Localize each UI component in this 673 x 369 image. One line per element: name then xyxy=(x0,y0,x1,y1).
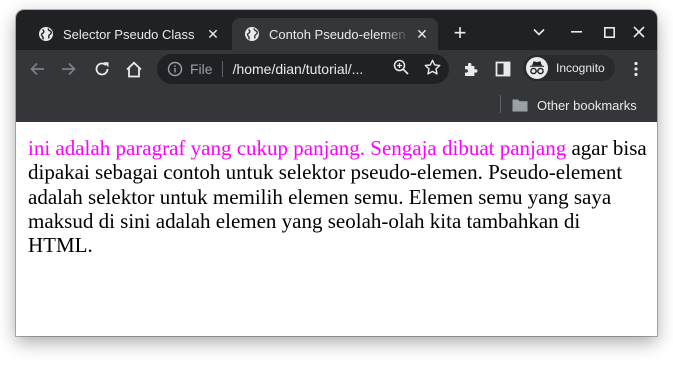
paragraph: ini adalah paragraf yang cukup panjang. … xyxy=(28,136,650,257)
first-line-text: ini adalah paragraf yang cukup panjang. … xyxy=(28,136,567,160)
forward-arrow-icon[interactable] xyxy=(58,58,80,80)
tab-search-chevron-icon[interactable] xyxy=(529,22,549,42)
close-window-icon[interactable] xyxy=(629,22,649,42)
url-text[interactable]: /home/dian/tutorial/... xyxy=(233,61,364,77)
divider xyxy=(221,61,223,77)
maximize-icon[interactable] xyxy=(599,22,619,42)
tab-strip: Selector Pseudo Class ✕ Contoh Pseudo-el… xyxy=(16,10,657,50)
globe-icon xyxy=(245,27,259,41)
toolbar: File /home/dian/tutorial/... Incognito xyxy=(16,50,657,87)
divider xyxy=(500,95,501,113)
tab-title: Selector Pseudo Class xyxy=(63,26,195,42)
extensions-puzzle-icon[interactable] xyxy=(460,58,482,80)
tab-title: Contoh Pseudo-elemen xyxy=(269,26,406,42)
tab-selector-pseudo-class[interactable]: Selector Pseudo Class ✕ xyxy=(24,18,231,50)
page-content: ini adalah paragraf yang cukup panjang. … xyxy=(16,122,657,336)
url-scheme: File xyxy=(190,61,213,77)
folder-icon xyxy=(512,99,528,112)
side-panel-icon[interactable] xyxy=(492,58,514,80)
info-icon[interactable] xyxy=(167,61,183,77)
reload-icon[interactable] xyxy=(91,58,113,80)
incognito-icon xyxy=(526,57,548,79)
tab-contoh-pseudo-elemen[interactable]: Contoh Pseudo-elemen ✕ xyxy=(232,18,438,50)
bookmark-star-icon[interactable] xyxy=(423,58,441,76)
other-bookmarks-label: Other bookmarks xyxy=(537,97,637,113)
other-bookmarks-folder[interactable]: Other bookmarks xyxy=(512,95,637,115)
close-tab-icon[interactable]: ✕ xyxy=(205,26,221,42)
incognito-label: Incognito xyxy=(556,61,605,75)
close-tab-icon[interactable]: ✕ xyxy=(414,26,430,42)
browser-window: Selector Pseudo Class ✕ Contoh Pseudo-el… xyxy=(16,10,657,336)
incognito-profile-button[interactable]: Incognito xyxy=(523,55,615,81)
bookmarks-bar: Other bookmarks xyxy=(16,87,657,122)
home-icon[interactable] xyxy=(123,58,145,80)
zoom-icon[interactable] xyxy=(392,58,410,76)
globe-icon xyxy=(39,27,53,41)
new-tab-button[interactable]: + xyxy=(450,22,470,44)
back-arrow-icon[interactable] xyxy=(26,58,48,80)
more-menu-icon[interactable] xyxy=(625,58,647,80)
minimize-icon[interactable] xyxy=(566,22,586,42)
